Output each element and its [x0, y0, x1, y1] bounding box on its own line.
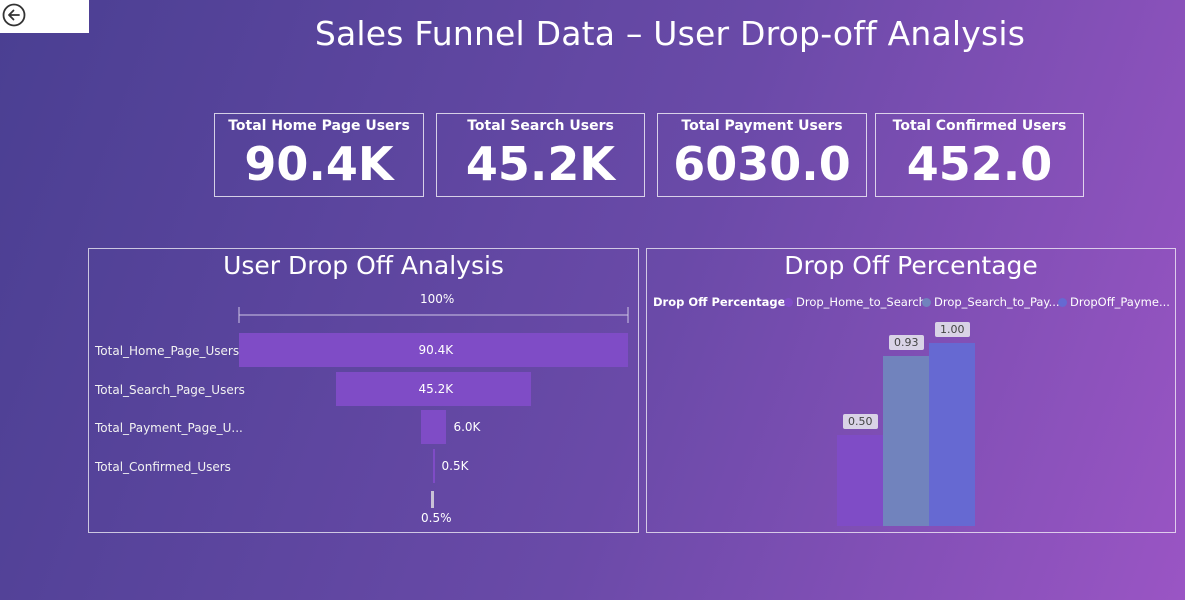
drop-off-data-label: 0.50 — [843, 413, 878, 429]
kpi-label: Total Search Users — [467, 118, 614, 134]
funnel-value-label: 0.5K — [441, 458, 469, 473]
kpi-value: 45.2K — [465, 137, 616, 191]
drop-off-bar[interactable] — [929, 343, 975, 526]
drop-off-bar[interactable] — [837, 434, 883, 526]
legend-label: Drop_Home_to_Search — [796, 295, 926, 309]
drop-off-data-label: 1.00 — [935, 322, 970, 337]
legend-item-drop-home-to-search[interactable]: Drop_Home_to_Search — [784, 295, 926, 309]
legend-label: DropOff_Payme... — [1070, 295, 1170, 309]
funnel-bar[interactable] — [432, 448, 435, 483]
funnel-category-label: Total_Search_Page_Users — [95, 382, 245, 397]
legend-item-dropoff-payment[interactable]: DropOff_Payme... — [1058, 295, 1170, 309]
legend-title: Drop Off Percentage — [653, 295, 786, 309]
kpi-value: 90.4K — [244, 137, 394, 191]
funnel-category-label: Total_Confirmed_Users — [95, 459, 231, 474]
legend-dot — [1058, 298, 1067, 307]
kpi-label: Total Confirmed Users — [892, 118, 1067, 134]
drop-off-bar[interactable] — [883, 355, 929, 526]
funnel-value-label: 6.0K — [453, 420, 481, 434]
back-button[interactable] — [0, 0, 89, 33]
kpi-label: Total Home Page Users — [228, 118, 410, 134]
page-title: Sales Funnel Data – User Drop-off Analys… — [314, 14, 1026, 53]
kpi-card-payment-users[interactable]: Total Payment Users 6030.0 — [657, 113, 867, 197]
kpi-card-confirmed-users[interactable]: Total Confirmed Users 452.0 — [875, 113, 1084, 197]
kpi-card-home-page-users[interactable]: Total Home Page Users 90.4K — [214, 113, 424, 197]
legend-dot — [922, 298, 931, 307]
drop-off-data-label: 0.93 — [889, 334, 924, 350]
funnel-value-label: 90.4K — [418, 343, 454, 357]
back-arrow-icon[interactable] — [2, 3, 26, 27]
kpi-value: 452.0 — [906, 137, 1053, 191]
funnel-value-label: 45.2K — [418, 381, 454, 396]
legend-item-drop-search-to-pay[interactable]: Drop_Search_to_Pay... — [922, 295, 1060, 309]
kpi-card-search-users[interactable]: Total Search Users 45.2K — [436, 113, 645, 197]
kpi-value: 6030.0 — [673, 137, 851, 191]
drop-off-chart-panel[interactable]: Drop Off Percentage Drop Off Percentage … — [646, 248, 1176, 533]
drop-off-chart-title: Drop Off Percentage — [784, 251, 1038, 280]
legend-label: Drop_Search_to_Pay... — [934, 295, 1060, 309]
kpi-label: Total Payment Users — [681, 118, 843, 134]
legend-dot — [784, 298, 793, 307]
funnel-bottom-percentage: 0.5% — [421, 511, 452, 525]
funnel-category-label: Total_Payment_Page_U... — [95, 421, 243, 435]
funnel-bar[interactable] — [420, 410, 447, 444]
funnel-category-label: Total_Home_Page_Users — [95, 344, 240, 358]
funnel-chart-panel[interactable]: User Drop Off Analysis 100% Total_Home_P… — [88, 248, 639, 533]
